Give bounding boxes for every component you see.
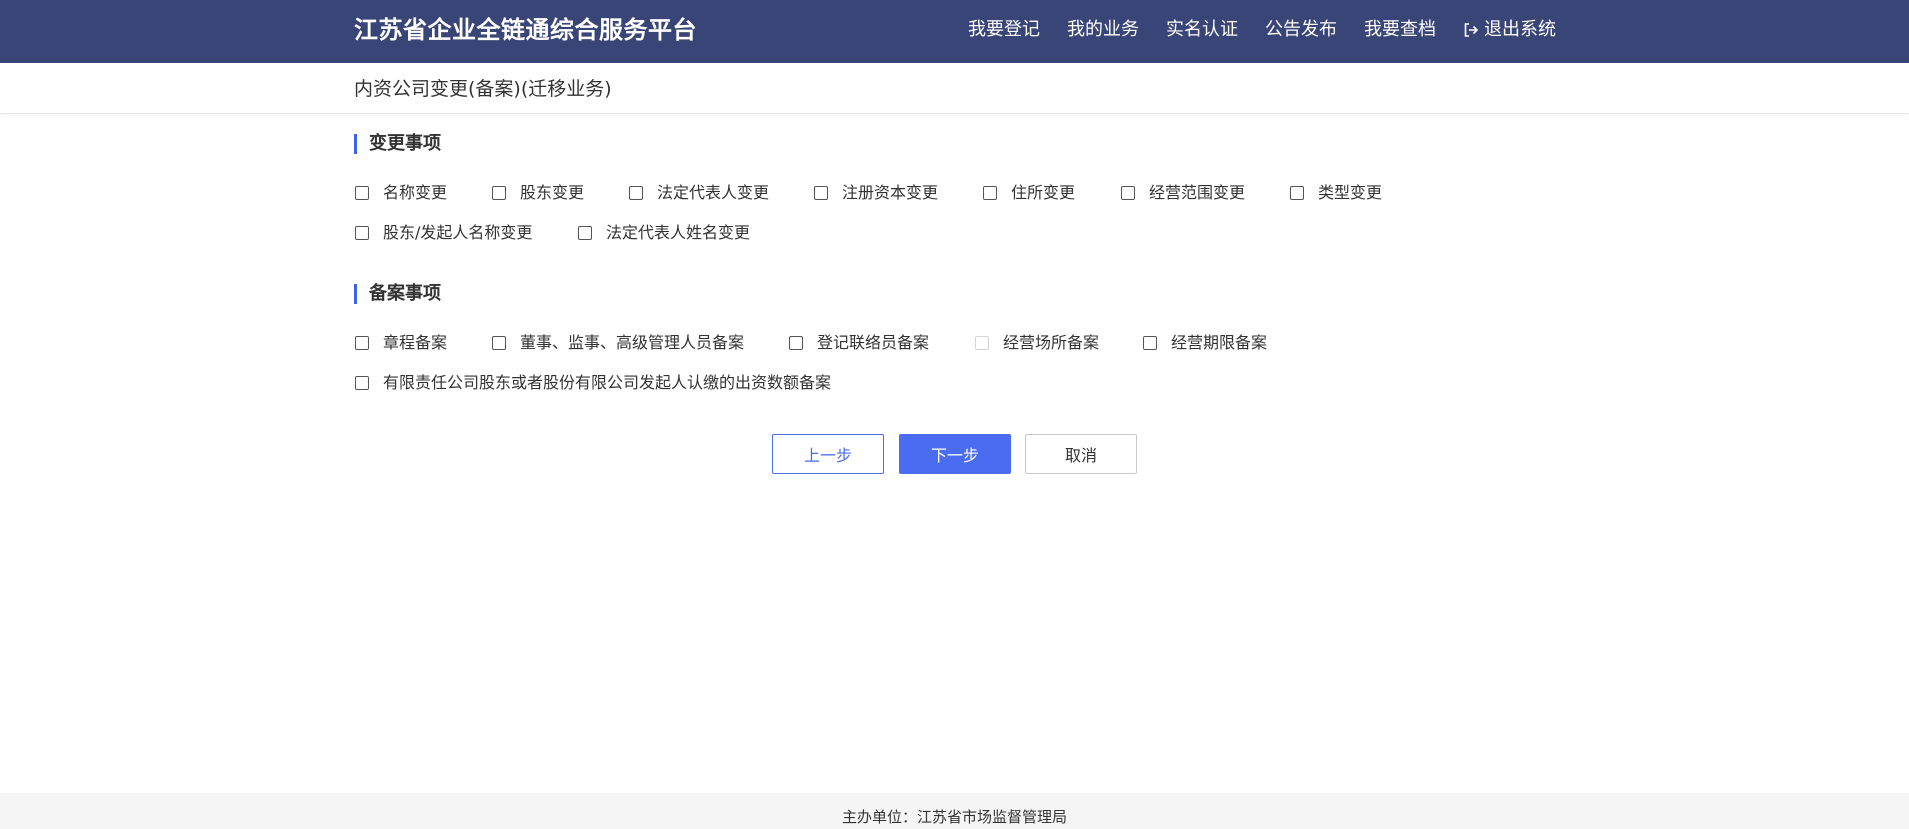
option-liaison-filing[interactable]: 登记联络员备案 — [789, 333, 929, 353]
nav-register[interactable]: 我要登记 — [968, 17, 1040, 43]
checkbox[interactable] — [983, 186, 997, 200]
option-legal-rep-name-change[interactable]: 法定代表人姓名变更 — [578, 223, 750, 243]
option-legal-rep-change[interactable]: 法定代表人变更 — [629, 183, 769, 203]
nav-archive-query[interactable]: 我要查档 — [1364, 17, 1436, 43]
option-capital-change[interactable]: 注册资本变更 — [814, 183, 938, 203]
checkbox[interactable] — [629, 186, 643, 200]
option-capital-contribution-filing[interactable]: 有限责任公司股东或者股份有限公司发起人认缴的出资数额备案 — [355, 373, 831, 393]
option-scope-change[interactable]: 经营范围变更 — [1121, 183, 1245, 203]
page-title: 内资公司变更(备案)(迁移业务) — [354, 78, 612, 100]
option-shareholder-name-change[interactable]: 股东/发起人名称变更 — [355, 223, 532, 243]
checkbox[interactable] — [578, 226, 592, 240]
nav-my-business[interactable]: 我的业务 — [1067, 17, 1139, 43]
nav-real-name-auth[interactable]: 实名认证 — [1166, 17, 1238, 43]
nav-logout[interactable]: 退出系统 — [1463, 17, 1556, 43]
main-nav: 我要登记 我的业务 实名认证 公告发布 我要查档 退出系统 — [941, 17, 1556, 43]
checkbox[interactable] — [1121, 186, 1135, 200]
footer: 主办单位：江苏省市场监督管理局 — [0, 793, 1909, 829]
option-officers-filing[interactable]: 董事、监事、高级管理人员备案 — [492, 333, 744, 353]
filing-section-title: 备案事项 — [354, 284, 441, 304]
option-address-change[interactable]: 住所变更 — [983, 183, 1075, 203]
nav-announcement[interactable]: 公告发布 — [1265, 17, 1337, 43]
logout-icon — [1463, 22, 1479, 38]
checkbox[interactable] — [355, 336, 369, 350]
checkbox[interactable] — [492, 186, 506, 200]
platform-title: 江苏省企业全链通综合服务平台 — [354, 16, 697, 44]
option-premises-filing: 经营场所备案 — [975, 333, 1099, 353]
footer-sponsor: 主办单位：江苏省市场监督管理局 — [841, 808, 1067, 826]
prev-step-button[interactable]: 上一步 — [772, 434, 884, 474]
cancel-button[interactable]: 取消 — [1025, 434, 1137, 474]
checkbox-disabled — [975, 336, 989, 350]
option-shareholder-change[interactable]: 股东变更 — [492, 183, 584, 203]
nav-logout-label: 退出系统 — [1484, 19, 1556, 40]
checkbox[interactable] — [355, 226, 369, 240]
option-type-change[interactable]: 类型变更 — [1290, 183, 1382, 203]
option-articles-filing[interactable]: 章程备案 — [355, 333, 447, 353]
change-section-title: 变更事项 — [354, 134, 441, 154]
checkbox[interactable] — [1143, 336, 1157, 350]
option-term-filing[interactable]: 经营期限备案 — [1143, 333, 1267, 353]
next-step-button[interactable]: 下一步 — [899, 434, 1011, 474]
breadcrumb-bar: 内资公司变更(备案)(迁移业务) — [0, 63, 1909, 114]
checkbox[interactable] — [1290, 186, 1304, 200]
checkbox[interactable] — [355, 376, 369, 390]
checkbox[interactable] — [814, 186, 828, 200]
checkbox[interactable] — [492, 336, 506, 350]
top-navbar: 江苏省企业全链通综合服务平台 我要登记 我的业务 实名认证 公告发布 我要查档 … — [0, 0, 1909, 63]
checkbox[interactable] — [355, 186, 369, 200]
checkbox[interactable] — [789, 336, 803, 350]
option-name-change[interactable]: 名称变更 — [355, 183, 447, 203]
